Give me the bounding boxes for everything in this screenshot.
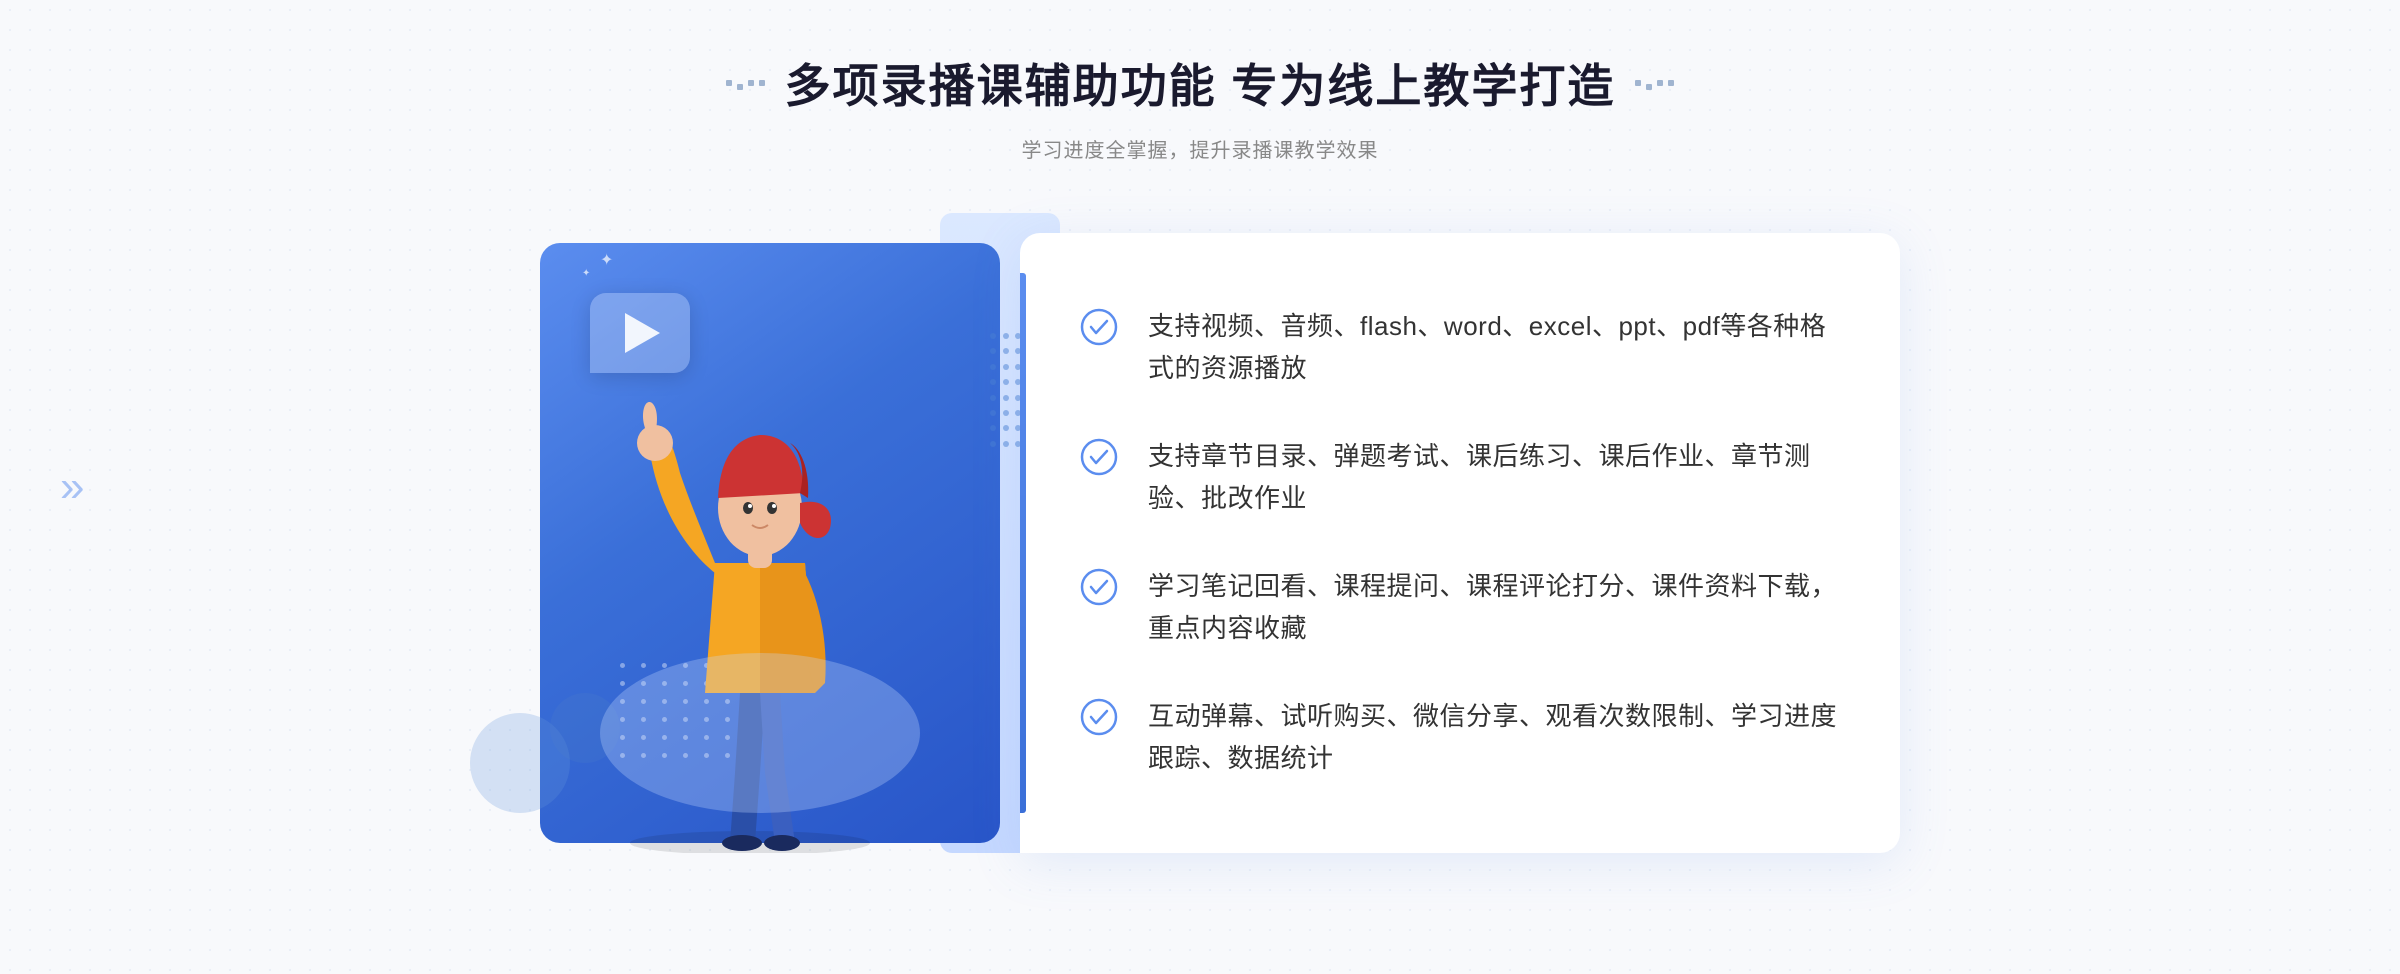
dot-icon <box>759 80 765 86</box>
dot-icon <box>737 84 743 90</box>
title-dots-right <box>1635 76 1674 90</box>
feature-text-4: 互动弹幕、试听购买、微信分享、观看次数限制、学习进度跟踪、数据统计 <box>1148 696 1840 779</box>
dot-icon <box>1657 80 1663 86</box>
features-panel: 支持视频、音频、flash、word、excel、ppt、pdf等各种格式的资源… <box>1020 233 1900 853</box>
check-icon-4 <box>1080 698 1118 736</box>
left-nav-arrow[interactable]: » <box>60 462 76 512</box>
main-content: 支持视频、音频、flash、word、excel、ppt、pdf等各种格式的资源… <box>500 213 1900 873</box>
feature-item-2: 支持章节目录、弹题考试、课后练习、课后作业、章节测验、批改作业 <box>1080 424 1840 531</box>
check-icon-1 <box>1080 308 1118 346</box>
illustration-area <box>500 213 1040 873</box>
header-section: 多项录播课辅助功能 专为线上教学打造 学习进度全掌握，提升录播课教学效果 <box>726 50 1675 163</box>
page-title: 多项录播课辅助功能 专为线上教学打造 <box>785 50 1616 116</box>
page-subtitle: 学习进度全掌握，提升录播课教学效果 <box>726 134 1675 163</box>
chevron-double-icon: » <box>60 462 76 512</box>
feature-item-1: 支持视频、音频、flash、word、excel、ppt、pdf等各种格式的资源… <box>1080 294 1840 401</box>
play-triangle-icon <box>625 313 660 353</box>
dot-icon <box>748 80 754 86</box>
feature-item-3: 学习笔记回看、课程提问、课程评论打分、课件资料下载，重点内容收藏 <box>1080 554 1840 661</box>
check-icon-2 <box>1080 438 1118 476</box>
dot-icon <box>1646 84 1652 90</box>
dot-icon <box>1668 80 1674 86</box>
figure-container <box>560 353 940 853</box>
feature-text-1: 支持视频、音频、flash、word、excel、ppt、pdf等各种格式的资源… <box>1148 306 1840 389</box>
feature-item-4: 互动弹幕、试听购买、微信分享、观看次数限制、学习进度跟踪、数据统计 <box>1080 684 1840 791</box>
dot-icon <box>726 80 732 86</box>
check-icon-3 <box>1080 568 1118 606</box>
dot-icon <box>1635 80 1641 86</box>
title-row: 多项录播课辅助功能 专为线上教学打造 <box>726 50 1675 116</box>
title-dots-left <box>726 76 765 90</box>
page-container: » 多项录播课辅助功能 专为线上教学打造 学习进度全掌握，提升录播课教学效果 <box>0 0 2400 974</box>
feature-text-2: 支持章节目录、弹题考试、课后练习、课后作业、章节测验、批改作业 <box>1148 436 1840 519</box>
feature-text-3: 学习笔记回看、课程提问、课程评论打分、课件资料下载，重点内容收藏 <box>1148 566 1840 649</box>
